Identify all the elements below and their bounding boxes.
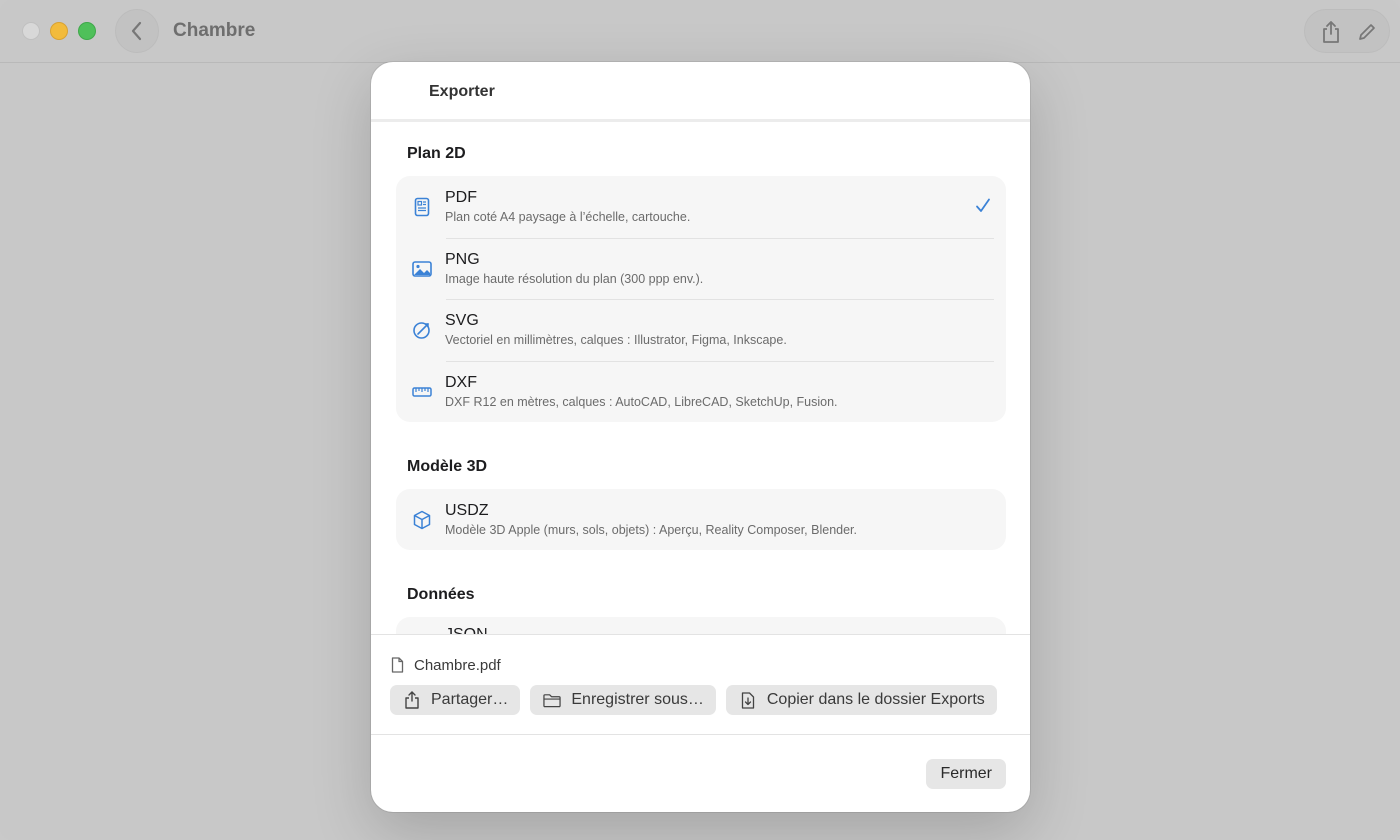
share-export-label: Partager… <box>431 691 509 708</box>
group-plan-2d: PDF Plan coté A4 paysage à l’échelle, ca… <box>396 176 1006 422</box>
document-icon <box>411 196 433 218</box>
pencil-icon <box>1359 24 1375 40</box>
window-title: Chambre <box>173 20 256 41</box>
minimize-window-button[interactable] <box>50 22 68 40</box>
filename-label: Chambre.pdf <box>414 656 501 674</box>
export-sheet: Exporter Plan 2D PDF Plan coté A4 paysag… <box>371 62 1030 812</box>
format-description: Vectoriel en millimètres, calques : Illu… <box>445 333 787 347</box>
toolbar-group <box>1304 9 1390 53</box>
format-row-dxf[interactable]: DXF DXF R12 en mètres, calques : AutoCAD… <box>396 360 1006 423</box>
format-row-png[interactable]: PNG Image haute résolution du plan (300 … <box>396 237 1006 300</box>
section-title-plan-2d: Plan 2D <box>407 145 466 162</box>
file-icon <box>391 657 404 673</box>
chevron-left-icon <box>131 21 142 41</box>
format-description: Plan coté A4 paysage à l’échelle, cartou… <box>445 210 691 224</box>
folder-icon <box>543 691 562 709</box>
format-name: USDZ <box>445 502 489 519</box>
format-row-svg[interactable]: SVG Vectoriel en millimètres, calques : … <box>396 299 1006 361</box>
titlebar: Chambre <box>0 0 1400 63</box>
format-description: Modèle 3D Apple (murs, sols, objets) : A… <box>445 523 857 537</box>
section-title-modele-3d: Modèle 3D <box>407 458 488 475</box>
group-donnees: JSON <box>396 617 1006 634</box>
format-row-usdz[interactable]: USDZ Modèle 3D Apple (murs, sols, objets… <box>396 489 1006 550</box>
close-window-button[interactable] <box>22 22 40 40</box>
save-as-button[interactable]: Enregistrer sous… <box>530 685 716 715</box>
group-modele-3d: USDZ Modèle 3D Apple (murs, sols, objets… <box>396 489 1006 550</box>
back-button[interactable] <box>115 9 159 53</box>
formats-scroll-area[interactable]: Plan 2D PDF Plan coté A4 paysage à l’éch… <box>371 122 1030 634</box>
share-export-button[interactable]: Partager… <box>390 685 521 715</box>
share-icon <box>1323 21 1339 43</box>
copy-to-exports-label: Copier dans le dossier Exports <box>766 691 985 708</box>
share-button[interactable] <box>1319 20 1343 44</box>
footer-divider-bottom <box>371 734 1030 735</box>
format-row-pdf[interactable]: PDF Plan coté A4 paysage à l’échelle, ca… <box>396 176 1006 238</box>
zoom-window-button[interactable] <box>78 22 96 40</box>
ruler-icon <box>411 381 433 403</box>
format-name: PDF <box>445 189 477 206</box>
format-description: Image haute résolution du plan (300 ppp … <box>445 271 704 286</box>
format-name: JSON <box>445 626 488 634</box>
footer-divider <box>371 634 1030 635</box>
document-download-icon <box>739 691 757 709</box>
image-icon <box>411 258 433 280</box>
share-icon <box>403 691 421 709</box>
format-name: DXF <box>445 373 477 391</box>
edit-button[interactable] <box>1355 20 1379 44</box>
section-title-donnees: Données <box>407 586 475 603</box>
app-window: Chambre Exporter Plan 2D PDF Plan coté A… <box>0 0 1400 840</box>
checkmark-icon <box>976 198 990 212</box>
format-name: SVG <box>445 312 479 329</box>
format-description: DXF R12 en mètres, calques : AutoCAD, Li… <box>445 394 838 409</box>
output-filename: Chambre.pdf <box>391 655 501 675</box>
format-row-json[interactable]: JSON <box>396 617 1006 634</box>
copy-to-exports-button[interactable]: Copier dans le dossier Exports <box>725 685 997 715</box>
cube-icon <box>411 509 433 531</box>
save-as-label: Enregistrer sous… <box>571 691 704 708</box>
close-sheet-button[interactable]: Fermer <box>926 759 1006 789</box>
action-buttons: Partager… Enregistrer sous… Copier dans … <box>390 685 1007 715</box>
vector-pen-icon <box>411 319 433 341</box>
sheet-title: Exporter <box>429 83 495 100</box>
sheet-header: Exporter <box>371 62 1030 120</box>
format-name: PNG <box>445 250 480 268</box>
